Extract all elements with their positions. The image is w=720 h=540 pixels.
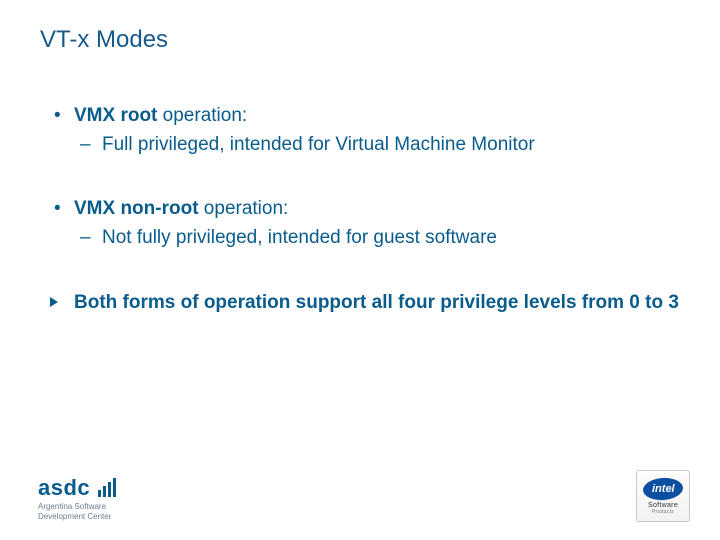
asdc-logo: asdc Argentina Software Development Cent… [38,475,118,522]
asdc-bars-icon [98,478,118,502]
sub-list-2: Not fully privileged, intended for guest… [74,226,680,251]
bullet-2-bold: VMX non-root [74,198,199,219]
spacer [40,163,680,197]
slide: VT-x Modes VMX root operation: Full priv… [0,0,720,540]
bullet-1-rest: operation: [157,105,247,126]
sub-item-1: Full privileged, intended for Virtual Ma… [74,133,680,158]
bullet-1-bold: VMX root [74,105,157,126]
intel-word: intel [652,483,675,495]
spacer-2 [40,257,680,291]
sub-item-2: Not fully privileged, intended for guest… [74,226,680,251]
bullet-item-2: VMX non-root operation: Not fully privil… [40,197,680,250]
intel-logo: intel Software Products [636,470,690,522]
bullet-list: VMX root operation: Full privileged, int… [40,104,680,157]
asdc-sub1: Argentina Software [38,503,118,512]
arrow-text: Both forms of operation support all four… [74,292,679,313]
asdc-word: asdc [38,475,90,500]
bullet-list-2: VMX non-root operation: Not fully privil… [40,197,680,250]
slide-title: VT-x Modes [40,26,680,54]
footer: asdc Argentina Software Development Cent… [0,462,720,526]
sub-list-1: Full privileged, intended for Virtual Ma… [74,133,680,158]
intel-sub1: Software [648,502,678,509]
bullet-item-1: VMX root operation: Full privileged, int… [40,104,680,157]
asdc-sub2: Development Center [38,513,118,522]
bullet-2-rest: operation: [199,198,289,219]
intel-oval-icon: intel [642,476,683,501]
intel-sub2: Products [652,509,674,515]
arrow-right-icon [48,295,62,309]
arrow-bullet: Both forms of operation support all four… [40,291,680,316]
slide-content: VMX root operation: Full privileged, int… [40,104,680,315]
